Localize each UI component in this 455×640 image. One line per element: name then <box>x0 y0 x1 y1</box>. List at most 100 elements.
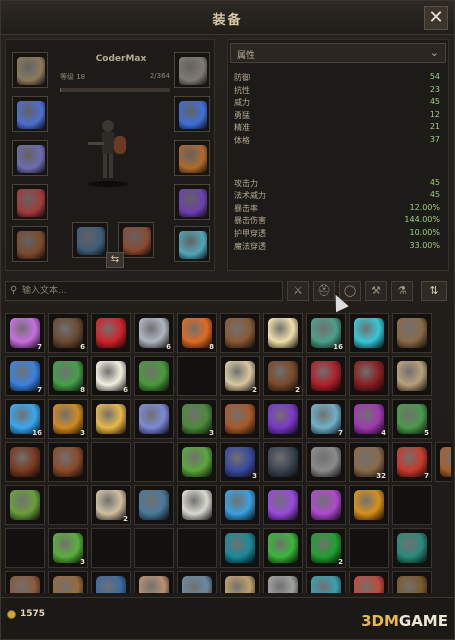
inventory-slot[interactable] <box>134 399 174 439</box>
inventory-slot[interactable] <box>48 571 88 593</box>
inventory-slot[interactable]: 8 <box>177 313 217 353</box>
inventory-slot[interactable]: 6 <box>134 313 174 353</box>
equip-slot-chest[interactable] <box>12 140 48 176</box>
equip-slot-main-weapon[interactable] <box>72 222 108 258</box>
inventory-slot[interactable]: 7 <box>5 356 45 396</box>
inventory-slot[interactable] <box>48 442 88 482</box>
equip-slot-amulet[interactable] <box>12 96 48 132</box>
inventory-slot[interactable] <box>91 399 131 439</box>
inventory-slot[interactable] <box>349 528 389 568</box>
equip-slot-ring-right[interactable] <box>174 140 210 176</box>
inventory-slot[interactable]: 7 <box>306 399 346 439</box>
inventory-slot[interactable]: 3 <box>48 399 88 439</box>
equip-slot-belt[interactable] <box>12 184 48 220</box>
inventory-slot[interactable] <box>91 313 131 353</box>
inventory-slot[interactable] <box>48 485 88 525</box>
inventory-slot[interactable]: 3 <box>220 442 260 482</box>
inventory-slot[interactable] <box>392 571 432 593</box>
inventory-slot[interactable] <box>91 528 131 568</box>
inventory-slot[interactable] <box>134 528 174 568</box>
inventory-slot[interactable] <box>306 485 346 525</box>
equip-slot-ring-left[interactable] <box>174 96 210 132</box>
equip-slot-helmet[interactable] <box>12 52 48 88</box>
inventory-slot[interactable] <box>134 442 174 482</box>
inventory-slot[interactable] <box>392 313 432 353</box>
item-icon <box>10 361 40 391</box>
inventory-slot[interactable]: 7 <box>5 313 45 353</box>
item-icon <box>354 490 384 520</box>
inventory-slot[interactable] <box>349 485 389 525</box>
inventory-slot[interactable] <box>177 356 217 396</box>
item-count: 6 <box>80 343 85 351</box>
inventory-slot[interactable] <box>263 528 303 568</box>
inventory-slot[interactable]: 6 <box>91 356 131 396</box>
inventory-slot[interactable] <box>220 571 260 593</box>
inventory-slot[interactable] <box>263 485 303 525</box>
search-input[interactable] <box>22 283 277 299</box>
inventory-slot[interactable] <box>5 571 45 593</box>
inventory-slot[interactable] <box>220 528 260 568</box>
inventory-slot[interactable] <box>263 313 303 353</box>
inventory-slot[interactable]: 4 <box>349 399 389 439</box>
inventory-slot[interactable] <box>349 571 389 593</box>
inventory-slot[interactable] <box>349 313 389 353</box>
equip-slot-trinket[interactable] <box>174 184 210 220</box>
inventory-slot[interactable] <box>177 485 217 525</box>
potion-icon: ⚗ <box>397 284 407 297</box>
inventory-slot[interactable]: 7 <box>392 442 432 482</box>
inventory-slot[interactable] <box>220 399 260 439</box>
inventory-slot[interactable]: 3 <box>48 528 88 568</box>
inventory-slot[interactable] <box>134 485 174 525</box>
inventory-slot[interactable] <box>392 356 432 396</box>
item-icon <box>225 576 255 593</box>
inventory-slot[interactable] <box>5 442 45 482</box>
inventory-slot[interactable] <box>263 571 303 593</box>
inventory-slot[interactable]: 8 <box>48 356 88 396</box>
inventory-slot[interactable] <box>306 356 346 396</box>
weapon-filter[interactable]: ⚔ <box>287 281 309 301</box>
inventory-slot[interactable]: 3 <box>177 399 217 439</box>
inventory-slot[interactable] <box>220 485 260 525</box>
inventory-slot[interactable] <box>134 356 174 396</box>
stat-name: 勇猛 <box>234 110 250 120</box>
inventory-slot[interactable]: 16 <box>5 399 45 439</box>
inventory-slot[interactable] <box>91 442 131 482</box>
equip-slot-gloves[interactable] <box>174 52 210 88</box>
character-name: CoderMax <box>95 54 147 64</box>
inventory-slot[interactable] <box>5 485 45 525</box>
inventory-slot[interactable] <box>392 528 432 568</box>
inventory-slot[interactable] <box>392 485 432 525</box>
stat-value: 54 <box>429 72 440 81</box>
inventory-slot[interactable] <box>349 356 389 396</box>
inventory-slot[interactable] <box>306 442 346 482</box>
search-field[interactable]: ⚲ <box>5 281 283 301</box>
stats-category-dropdown[interactable]: 属性 ⌄ <box>230 43 446 63</box>
equip-slot-offhand[interactable] <box>174 226 210 262</box>
inventory-slot[interactable]: 2 <box>220 356 260 396</box>
inventory-slot[interactable] <box>134 571 174 593</box>
inventory-slot[interactable]: 5 <box>392 399 432 439</box>
inventory-slot[interactable] <box>306 571 346 593</box>
inventory-slot[interactable]: 2 <box>263 356 303 396</box>
inventory-slot[interactable]: 2 <box>91 485 131 525</box>
inventory-slot[interactable] <box>177 571 217 593</box>
inventory-slot[interactable] <box>220 313 260 353</box>
inventory-slot[interactable] <box>263 399 303 439</box>
inventory-slot[interactable] <box>5 528 45 568</box>
inventory-slot[interactable]: 2 <box>306 528 346 568</box>
equip-slot-boots[interactable] <box>12 226 48 262</box>
tool-filter[interactable]: ⚒ <box>365 281 387 301</box>
inventory-slot[interactable]: 32 <box>349 442 389 482</box>
inventory-slot[interactable] <box>177 528 217 568</box>
consumable-filter[interactable]: ⚗ <box>391 281 413 301</box>
inventory-slot[interactable] <box>177 442 217 482</box>
sort-button[interactable]: ⇅ <box>421 281 447 301</box>
close-button[interactable]: ✕ <box>424 6 448 30</box>
stat-name: 防御 <box>234 73 250 82</box>
inventory-slot[interactable]: 16 <box>306 313 346 353</box>
swap-weapons-button[interactable]: ⇆ <box>106 252 124 268</box>
inventory-slot[interactable] <box>263 442 303 482</box>
inventory-slot[interactable] <box>435 442 451 482</box>
inventory-slot[interactable] <box>91 571 131 593</box>
inventory-slot[interactable]: 6 <box>48 313 88 353</box>
